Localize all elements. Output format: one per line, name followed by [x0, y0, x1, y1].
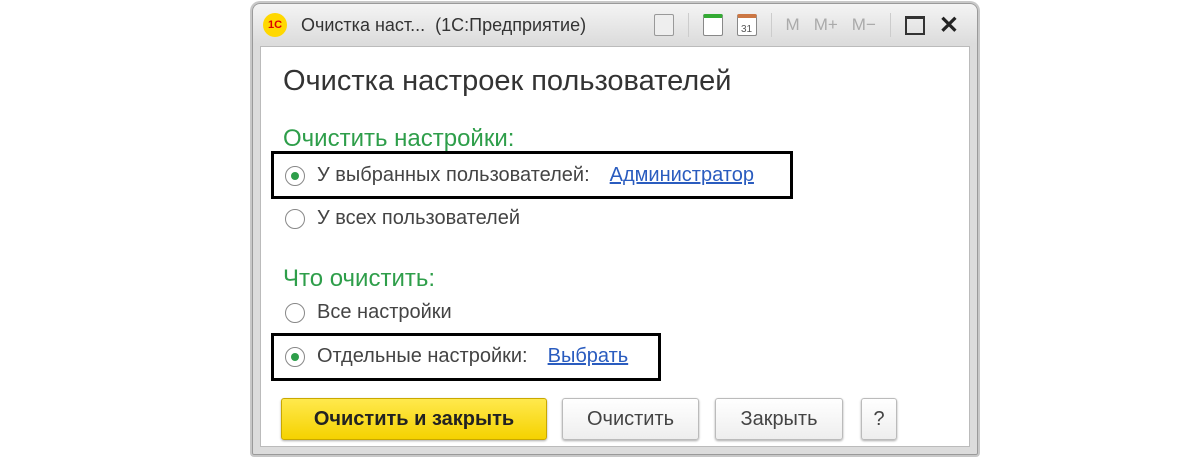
radio-button[interactable]	[285, 165, 305, 186]
help-button[interactable]: ?	[861, 398, 897, 440]
radio-label: Все настройки	[317, 301, 452, 323]
title-bar[interactable]: 1С Очистка наст... (1С:Предприятие) 31 M…	[253, 4, 977, 46]
radio-button[interactable]	[285, 346, 305, 367]
radio-all-users[interactable]: У всех пользователей	[285, 207, 520, 230]
radio-label: У всех пользователей	[317, 207, 521, 229]
memory-button[interactable]: M	[786, 15, 800, 35]
separator	[889, 13, 891, 37]
radio-selected-users[interactable]: У выбранных пользователей: Администратор	[285, 164, 754, 187]
memory-minus-button[interactable]: M−	[852, 15, 876, 35]
radio-label: У выбранных пользователей:	[317, 164, 590, 186]
window-title: Очистка наст... (1С:Предприятие)	[301, 14, 587, 35]
radio-button[interactable]	[285, 208, 305, 229]
selected-users-link[interactable]: Администратор	[610, 164, 754, 187]
form-heading: Очистка настроек пользователей	[283, 65, 732, 97]
print-icon[interactable]	[653, 14, 674, 36]
choose-settings-link[interactable]: Выбрать	[548, 345, 629, 368]
separator	[770, 13, 772, 37]
form-body: Очистка настроек пользователей Очистить …	[260, 46, 970, 447]
1c-logo-icon: 1С	[263, 13, 287, 37]
radio-label: Отдельные настройки:	[317, 345, 528, 367]
close-button[interactable]: Закрыть	[715, 398, 843, 440]
separator	[687, 13, 689, 37]
close-icon[interactable]: ✕	[939, 11, 959, 40]
calendar-day: 31	[740, 24, 753, 35]
radio-individual-settings[interactable]: Отдельные настройки: Выбрать	[285, 345, 628, 368]
radio-all-settings[interactable]: Все настройки	[285, 301, 452, 324]
what-to-clear-label: Что очистить:	[283, 265, 436, 292]
clear-and-close-button[interactable]: Очистить и закрыть	[281, 398, 547, 440]
clear-button[interactable]: Очистить	[562, 398, 699, 440]
calendar-icon[interactable]: 31	[736, 14, 757, 36]
clear-settings-label: Очистить настройки:	[283, 125, 515, 152]
calculator-icon[interactable]	[702, 14, 723, 36]
memory-plus-button[interactable]: M+	[814, 15, 838, 35]
radio-button[interactable]	[285, 302, 305, 323]
maximize-icon[interactable]	[904, 15, 925, 35]
dialog-window: 1С Очистка наст... (1С:Предприятие) 31 M…	[252, 3, 978, 455]
